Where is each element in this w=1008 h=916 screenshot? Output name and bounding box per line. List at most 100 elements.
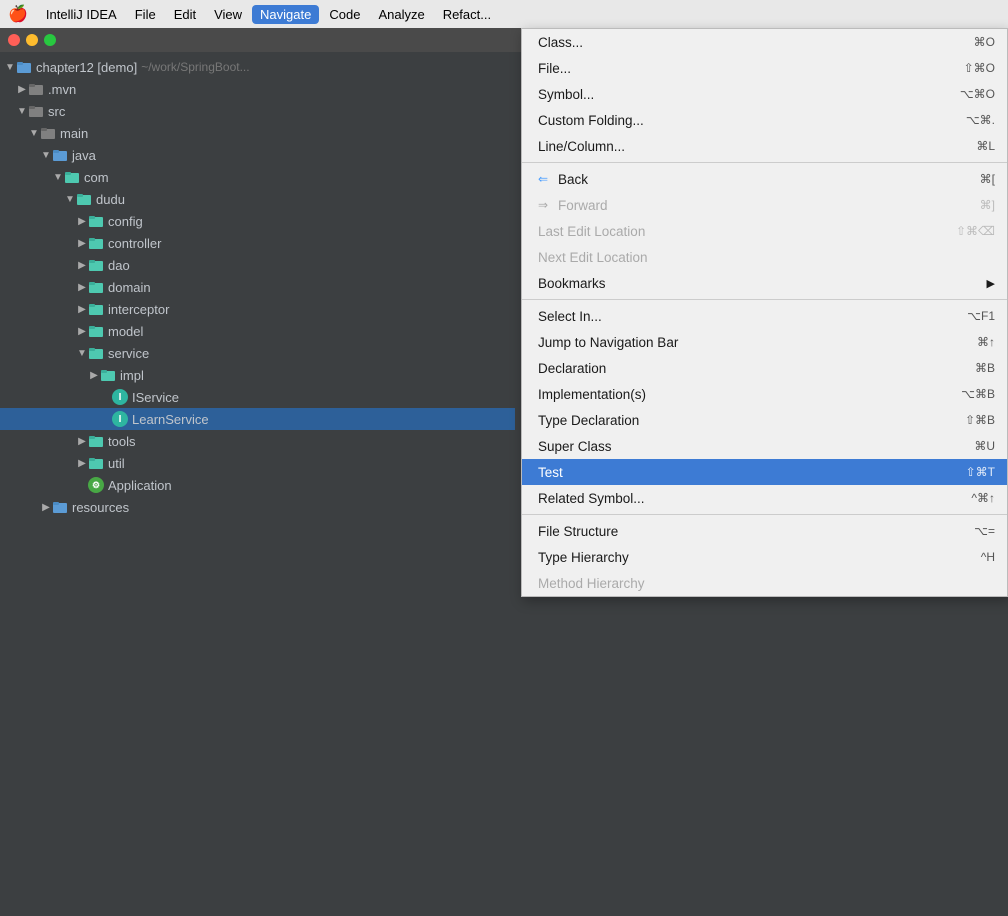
tree-item-com[interactable]: com — [0, 166, 515, 188]
tree-label: domain — [108, 280, 151, 295]
menu-item-type-hierarchy[interactable]: Type Hierarchy ^H — [522, 544, 1007, 570]
folder-icon — [40, 125, 56, 141]
tree-item-main[interactable]: main — [0, 122, 515, 144]
tree-label: util — [108, 456, 125, 471]
back-icon: ⇐ — [538, 172, 552, 186]
tree-item-model[interactable]: model — [0, 320, 515, 342]
tree-item-mvn[interactable]: .mvn — [0, 78, 515, 100]
tree-label: interceptor — [108, 302, 169, 317]
class-icon: I — [112, 411, 128, 427]
tree-label: impl — [120, 368, 144, 383]
arrow-icon — [88, 370, 100, 381]
menu-separator-2 — [522, 299, 1007, 300]
menu-item-declaration[interactable]: Declaration ⌘B — [522, 355, 1007, 381]
tree-item-chapter12[interactable]: chapter12 [demo] ~/work/SpringBoot... — [0, 56, 515, 78]
arrow-icon — [76, 282, 88, 293]
menu-item-jump-nav-bar[interactable]: Jump to Navigation Bar ⌘↑ — [522, 329, 1007, 355]
arrow-icon — [40, 502, 52, 513]
tree-label: config — [108, 214, 143, 229]
tree-item-domain[interactable]: domain — [0, 276, 515, 298]
menubar-navigate[interactable]: Navigate — [252, 5, 319, 24]
menu-item-symbol[interactable]: Symbol... ⌥⌘O — [522, 81, 1007, 107]
menu-separator-3 — [522, 514, 1007, 515]
tree-item-java[interactable]: java — [0, 144, 515, 166]
arrow-icon — [4, 62, 16, 73]
menu-item-type-declaration[interactable]: Type Declaration ⇧⌘B — [522, 407, 1007, 433]
tree-label: main — [60, 126, 88, 141]
arrow-icon — [16, 106, 28, 117]
arrow-icon — [76, 216, 88, 227]
package-icon — [88, 301, 104, 317]
tree-label: src — [48, 104, 65, 119]
menu-separator-1 — [522, 162, 1007, 163]
maximize-button[interactable] — [44, 34, 56, 46]
menu-item-custom-folding[interactable]: Custom Folding... ⌥⌘. — [522, 107, 1007, 133]
menu-item-test[interactable]: Test ⇧⌘T — [522, 459, 1007, 485]
menu-item-related-symbol[interactable]: Related Symbol... ^⌘↑ — [522, 485, 1007, 511]
tree-label: LearnService — [132, 412, 209, 427]
tree-item-resources[interactable]: resources — [0, 496, 515, 518]
menubar-code[interactable]: Code — [321, 5, 368, 24]
tree-item-learnservice[interactable]: I LearnService — [0, 408, 515, 430]
arrow-icon — [40, 150, 52, 161]
menu-item-class[interactable]: Class... ⌘O — [522, 29, 1007, 55]
arrow-icon — [52, 172, 64, 183]
menu-item-forward[interactable]: ⇒ Forward ⌘] — [522, 192, 1007, 218]
tree-label: dudu — [96, 192, 125, 207]
tree-label: Application — [108, 478, 172, 493]
tree-path: ~/work/SpringBoot... — [141, 60, 249, 74]
tree-item-iservice[interactable]: I IService — [0, 386, 515, 408]
forward-icon: ⇒ — [538, 198, 552, 212]
menu-item-select-in[interactable]: Select In... ⌥F1 — [522, 303, 1007, 329]
menubar-file[interactable]: File — [127, 5, 164, 24]
package-icon — [88, 213, 104, 229]
arrow-icon — [76, 260, 88, 271]
folder-icon — [28, 81, 44, 97]
menu-item-file-structure[interactable]: File Structure ⌥= — [522, 518, 1007, 544]
menu-item-last-edit[interactable]: Last Edit Location ⇧⌘⌫ — [522, 218, 1007, 244]
file-tree-sidebar: chapter12 [demo] ~/work/SpringBoot... .m… — [0, 52, 515, 916]
tree-label: java — [72, 148, 96, 163]
class-icon: I — [112, 389, 128, 405]
menubar-intellij[interactable]: IntelliJ IDEA — [38, 5, 125, 24]
menu-item-back[interactable]: ⇐ Back ⌘[ — [522, 166, 1007, 192]
arrow-icon — [76, 326, 88, 337]
tree-label: .mvn — [48, 82, 76, 97]
tree-item-impl[interactable]: impl — [0, 364, 515, 386]
submenu-arrow-icon: ▶ — [987, 277, 995, 290]
tree-item-service[interactable]: service — [0, 342, 515, 364]
menu-item-super-class[interactable]: Super Class ⌘U — [522, 433, 1007, 459]
menubar-refactor[interactable]: Refact... — [435, 5, 499, 24]
menubar-analyze[interactable]: Analyze — [370, 5, 432, 24]
tree-item-dudu[interactable]: dudu — [0, 188, 515, 210]
menu-item-next-edit[interactable]: Next Edit Location — [522, 244, 1007, 270]
tree-label: controller — [108, 236, 161, 251]
close-button[interactable] — [8, 34, 20, 46]
tree-item-src[interactable]: src — [0, 100, 515, 122]
menu-item-bookmarks[interactable]: Bookmarks ▶ — [522, 270, 1007, 296]
minimize-button[interactable] — [26, 34, 38, 46]
menu-item-implementations[interactable]: Implementation(s) ⌥⌘B — [522, 381, 1007, 407]
tree-item-controller[interactable]: controller — [0, 232, 515, 254]
tree-label: service — [108, 346, 149, 361]
tree-item-tools[interactable]: tools — [0, 430, 515, 452]
tree-item-dao[interactable]: dao — [0, 254, 515, 276]
menu-item-method-hierarchy[interactable]: Method Hierarchy — [522, 570, 1007, 596]
tree-item-util[interactable]: util — [0, 452, 515, 474]
tree-item-config[interactable]: config — [0, 210, 515, 232]
menubar-view[interactable]: View — [206, 5, 250, 24]
menu-item-line-column[interactable]: Line/Column... ⌘L — [522, 133, 1007, 159]
package-icon — [88, 345, 104, 361]
tree-label: resources — [72, 500, 129, 515]
arrow-icon — [64, 194, 76, 205]
arrow-icon — [76, 238, 88, 249]
package-icon — [100, 367, 116, 383]
tree-item-interceptor[interactable]: interceptor — [0, 298, 515, 320]
folder-icon — [52, 147, 68, 163]
apple-menu[interactable]: 🍎 — [8, 4, 28, 24]
menu-item-file[interactable]: File... ⇧⌘O — [522, 55, 1007, 81]
arrow-icon — [76, 436, 88, 447]
tree-item-application[interactable]: ⚙ Application — [0, 474, 515, 496]
tree-label: model — [108, 324, 143, 339]
menubar-edit[interactable]: Edit — [166, 5, 204, 24]
